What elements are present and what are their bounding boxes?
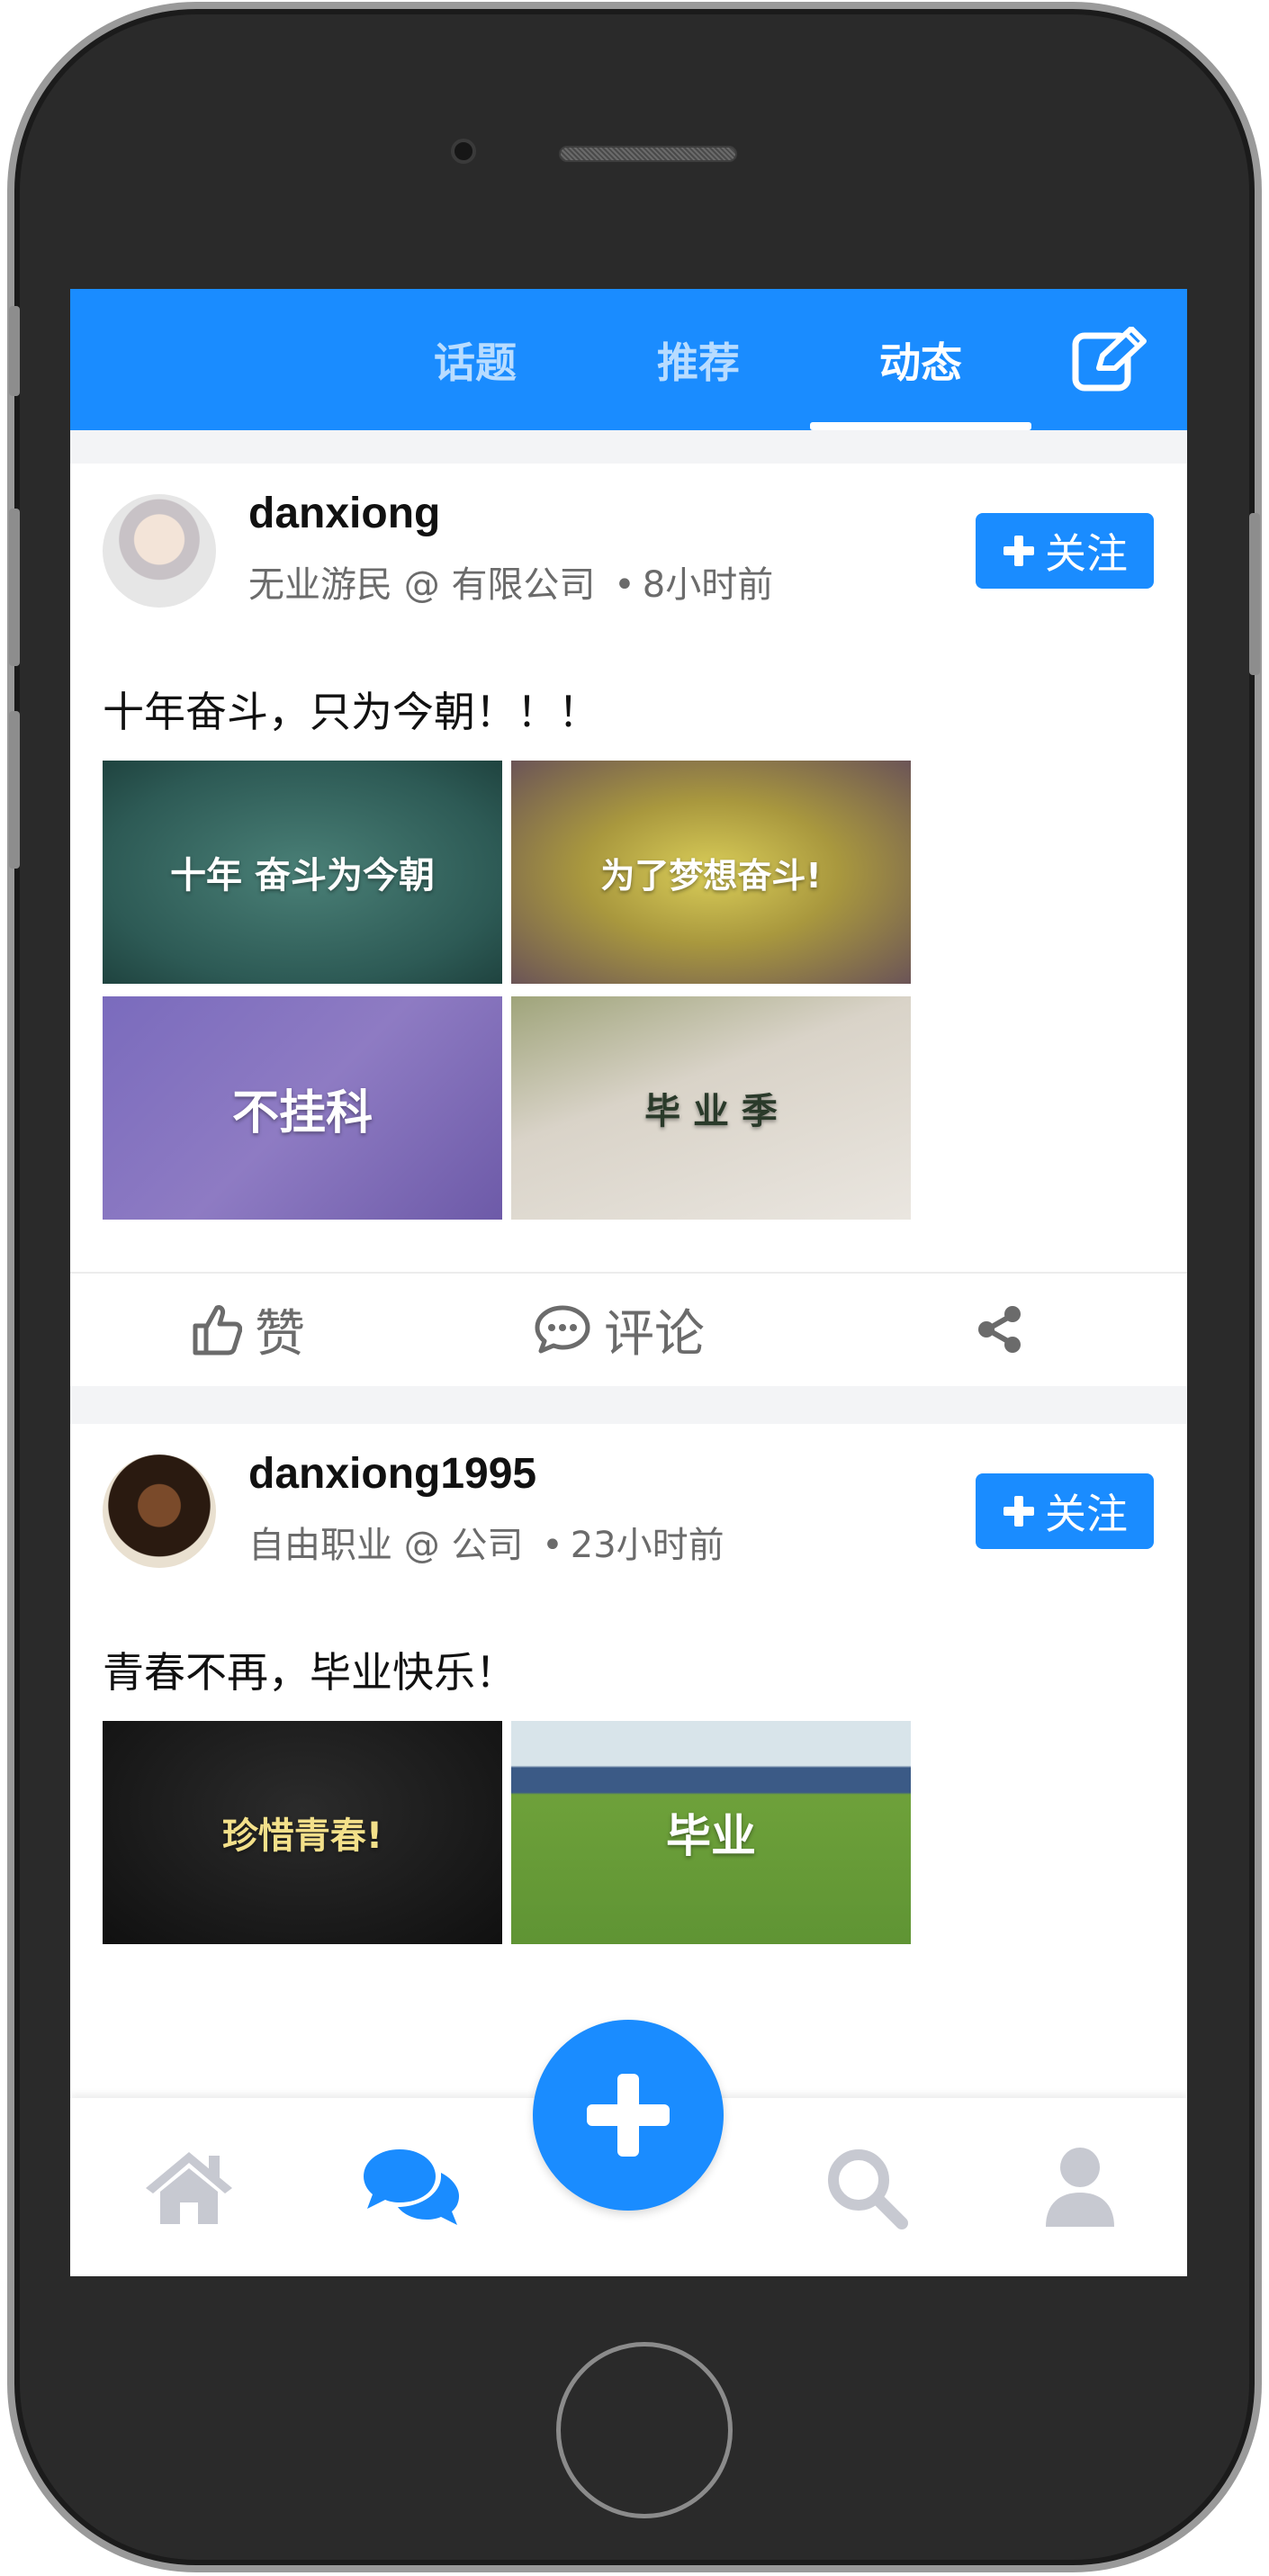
add-post-button[interactable] bbox=[533, 2020, 724, 2211]
post-meta: 无业游民 @ 有限公司 • 8小时前 bbox=[248, 555, 773, 608]
chat-icon bbox=[364, 2149, 459, 2225]
image-caption: 不挂科 bbox=[231, 1085, 373, 1140]
user-icon bbox=[1046, 2148, 1114, 2227]
front-camera bbox=[451, 139, 476, 164]
image-caption: 十年 奋斗为今朝 bbox=[170, 855, 435, 896]
home-button[interactable] bbox=[556, 2342, 733, 2518]
search-icon bbox=[828, 2149, 908, 2229]
post-image[interactable]: 不挂科 bbox=[103, 996, 502, 1220]
nav-search[interactable] bbox=[803, 2098, 929, 2276]
avatar[interactable] bbox=[103, 494, 216, 608]
post-time: 23小时前 bbox=[570, 1525, 724, 1566]
post-text: 十年奋斗，只为今朝！！！ bbox=[103, 688, 599, 736]
image-caption: 毕业 bbox=[666, 1810, 756, 1862]
company: 公司 bbox=[451, 1525, 524, 1566]
occupation: 无业游民 bbox=[248, 564, 392, 606]
tab-label: 动态 bbox=[879, 338, 962, 387]
follow-label: 关注 bbox=[1045, 1490, 1128, 1538]
nav-messages[interactable] bbox=[349, 2098, 475, 2276]
nav-home[interactable] bbox=[126, 2098, 252, 2276]
post-text: 青春不再，毕业快乐！ bbox=[103, 1648, 517, 1697]
plus-icon bbox=[1004, 1496, 1034, 1527]
avatar[interactable] bbox=[103, 1455, 216, 1568]
follow-button[interactable]: 关注 bbox=[976, 1473, 1154, 1549]
earpiece-speaker bbox=[559, 146, 737, 162]
edit-icon bbox=[1072, 327, 1147, 392]
follow-label: 关注 bbox=[1045, 529, 1128, 578]
share-icon bbox=[978, 1306, 1021, 1353]
username[interactable]: danxiong1995 bbox=[248, 1449, 536, 1499]
company: 有限公司 bbox=[451, 564, 596, 606]
post-image[interactable]: 毕 业 季 bbox=[511, 996, 911, 1220]
comment-button[interactable]: 评论 bbox=[534, 1273, 705, 1386]
occupation: 自由职业 bbox=[248, 1525, 392, 1566]
thumbs-up-icon bbox=[193, 1305, 242, 1356]
app-screen: 话题 推荐 动态 danxiong 无业游民 @ 有限公司 • 8小时前 关注 … bbox=[70, 289, 1187, 2276]
tab-recommend[interactable]: 推荐 bbox=[588, 289, 809, 430]
plus-icon bbox=[1004, 536, 1034, 566]
comment-icon bbox=[535, 1305, 590, 1354]
home-icon bbox=[146, 2152, 232, 2224]
tab-feed[interactable]: 动态 bbox=[810, 289, 1031, 430]
post-image[interactable]: 为了梦想奋斗! bbox=[511, 761, 911, 984]
follow-button[interactable]: 关注 bbox=[976, 513, 1154, 589]
post-image[interactable]: 珍惜青春! bbox=[103, 1721, 502, 1944]
volume-up-button bbox=[9, 509, 20, 666]
share-button[interactable] bbox=[975, 1273, 1025, 1386]
add-icon bbox=[587, 2074, 670, 2157]
post-card: danxiong 无业游民 @ 有限公司 • 8小时前 关注 十年奋斗，只为今朝！… bbox=[70, 464, 1187, 1386]
image-caption: 毕 业 季 bbox=[644, 1091, 778, 1132]
post-image[interactable]: 十年 奋斗为今朝 bbox=[103, 761, 502, 984]
tab-topics[interactable]: 话题 bbox=[364, 289, 586, 430]
separator-dot: • bbox=[614, 564, 635, 606]
tab-label: 推荐 bbox=[657, 338, 740, 387]
at-sign: @ bbox=[403, 1525, 440, 1566]
post-image[interactable]: 毕业 bbox=[511, 1721, 911, 1944]
post-meta: 自由职业 @ 公司 • 23小时前 bbox=[248, 1516, 724, 1568]
mute-switch bbox=[9, 306, 20, 396]
image-caption: 为了梦想奋斗! bbox=[600, 855, 822, 896]
separator-dot: • bbox=[542, 1525, 563, 1566]
nav-profile[interactable] bbox=[1017, 2098, 1143, 2276]
top-header: 话题 推荐 动态 bbox=[70, 289, 1187, 430]
compose-button[interactable] bbox=[1069, 323, 1150, 395]
at-sign: @ bbox=[403, 564, 440, 606]
power-button bbox=[1249, 513, 1260, 675]
post-time: 8小时前 bbox=[642, 564, 774, 606]
like-button[interactable]: 赞 bbox=[192, 1273, 305, 1386]
username[interactable]: danxiong bbox=[248, 489, 440, 538]
volume-down-button bbox=[9, 711, 20, 869]
like-label: 赞 bbox=[255, 1304, 305, 1364]
image-caption: 珍惜青春! bbox=[221, 1815, 383, 1857]
tab-label: 话题 bbox=[434, 338, 517, 387]
comment-label: 评论 bbox=[604, 1304, 705, 1364]
post-actions: 赞 评论 bbox=[70, 1273, 1187, 1386]
